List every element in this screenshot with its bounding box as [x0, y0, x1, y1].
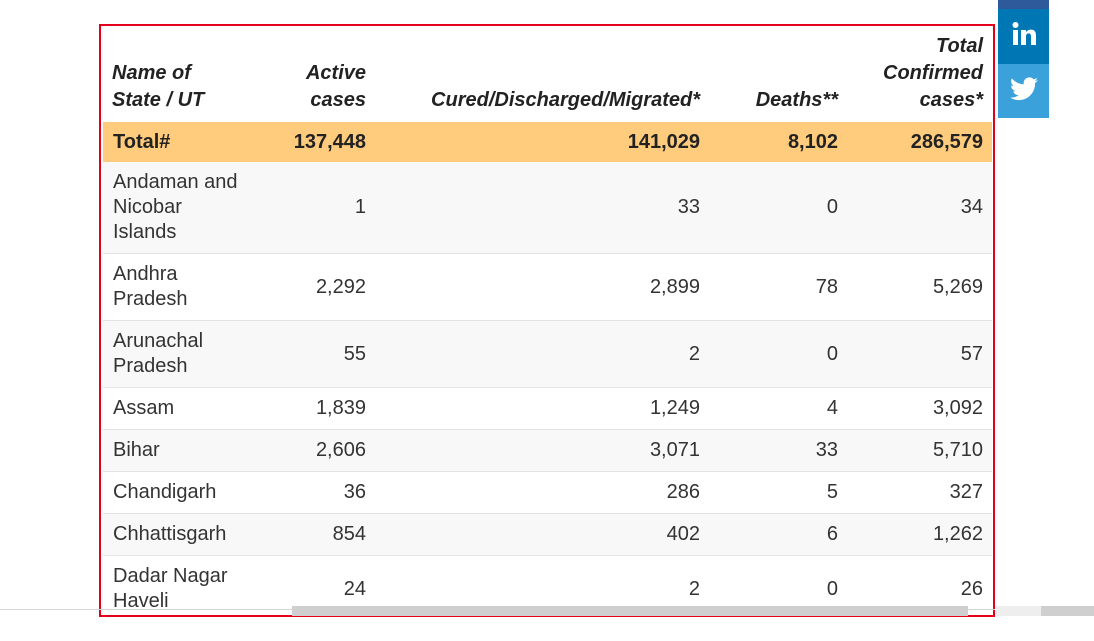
- state-name: Assam: [103, 387, 269, 430]
- deaths-count: 5: [709, 471, 847, 514]
- table-row: Arunachal Pradesh 55 2 0 57: [103, 320, 992, 388]
- total-row: Total# 137,448 141,029 8,102 286,579: [103, 122, 992, 162]
- cured-count: 3,071: [375, 429, 709, 472]
- table-row: Andhra Pradesh 2,292 2,899 78 5,269: [103, 253, 992, 321]
- cured-count: 2,899: [375, 253, 709, 321]
- table-row: Chhattisgarh 854 402 6 1,262: [103, 513, 992, 556]
- social-share-bar: [998, 0, 1049, 118]
- scrollbar-gap: [995, 606, 1041, 616]
- deaths-count: 0: [709, 162, 847, 254]
- state-cases-table-frame: Name of State / UT Active cases Cured/Di…: [99, 24, 995, 617]
- confirmed-cases: 3,092: [847, 387, 992, 430]
- total-cured: 141,029: [375, 122, 709, 162]
- active-cases: 2,292: [269, 253, 375, 321]
- deaths-count: 33: [709, 429, 847, 472]
- confirmed-cases: 5,710: [847, 429, 992, 472]
- confirmed-cases: 34: [847, 162, 992, 254]
- confirmed-cases: 327: [847, 471, 992, 514]
- state-name: Andaman and Nicobar Islands: [103, 162, 269, 254]
- active-cases: 854: [269, 513, 375, 556]
- cured-count: 402: [375, 513, 709, 556]
- cured-count: 2: [375, 320, 709, 388]
- table-row: Assam 1,839 1,249 4 3,092: [103, 387, 992, 430]
- total-confirmed: 286,579: [847, 122, 992, 162]
- state-name: Andhra Pradesh: [103, 253, 269, 321]
- state-name: Chhattisgarh: [103, 513, 269, 556]
- state-name: Arunachal Pradesh: [103, 320, 269, 388]
- deaths-count: 78: [709, 253, 847, 321]
- twitter-share-button[interactable]: [998, 64, 1049, 118]
- facebook-share-button-edge[interactable]: [998, 0, 1049, 9]
- linkedin-icon: [1011, 21, 1037, 52]
- active-cases: 36: [269, 471, 375, 514]
- deaths-count: 6: [709, 513, 847, 556]
- total-label: Total#: [103, 122, 269, 162]
- confirmed-cases: 1,262: [847, 513, 992, 556]
- confirmed-cases: 57: [847, 320, 992, 388]
- active-cases: 2,606: [269, 429, 375, 472]
- active-cases: 1,839: [269, 387, 375, 430]
- state-cases-table: Name of State / UT Active cases Cured/Di…: [103, 26, 992, 615]
- cured-count: 286: [375, 471, 709, 514]
- horizontal-scrollbar[interactable]: [0, 604, 1094, 616]
- header-deaths: Deaths**: [755, 89, 838, 111]
- table-header-row: Name of State / UT Active cases Cured/Di…: [103, 26, 992, 122]
- state-name: Bihar: [103, 429, 269, 472]
- header-confirmed: Total Confirmed cases*: [883, 35, 983, 111]
- state-name: Chandigarh: [103, 471, 269, 514]
- twitter-icon: [1009, 76, 1038, 106]
- linkedin-share-button[interactable]: [998, 9, 1049, 64]
- header-state: Name of State / UT: [112, 62, 205, 111]
- scrollbar-right-segment[interactable]: [1041, 606, 1094, 616]
- cured-count: 1,249: [375, 387, 709, 430]
- scrollbar-thumb[interactable]: [292, 606, 968, 616]
- cured-count: 33: [375, 162, 709, 254]
- header-active: Active cases: [305, 62, 366, 111]
- confirmed-cases: 5,269: [847, 253, 992, 321]
- active-cases: 1: [269, 162, 375, 254]
- header-cured: Cured/Discharged/Migrated*: [431, 89, 700, 111]
- table-row: Chandigarh 36 286 5 327: [103, 471, 992, 514]
- total-deaths: 8,102: [709, 122, 847, 162]
- table-row: Andaman and Nicobar Islands 1 33 0 34: [103, 162, 992, 254]
- total-active: 137,448: [269, 122, 375, 162]
- deaths-count: 0: [709, 320, 847, 388]
- deaths-count: 4: [709, 387, 847, 430]
- active-cases: 55: [269, 320, 375, 388]
- table-row: Bihar 2,606 3,071 33 5,710: [103, 429, 992, 472]
